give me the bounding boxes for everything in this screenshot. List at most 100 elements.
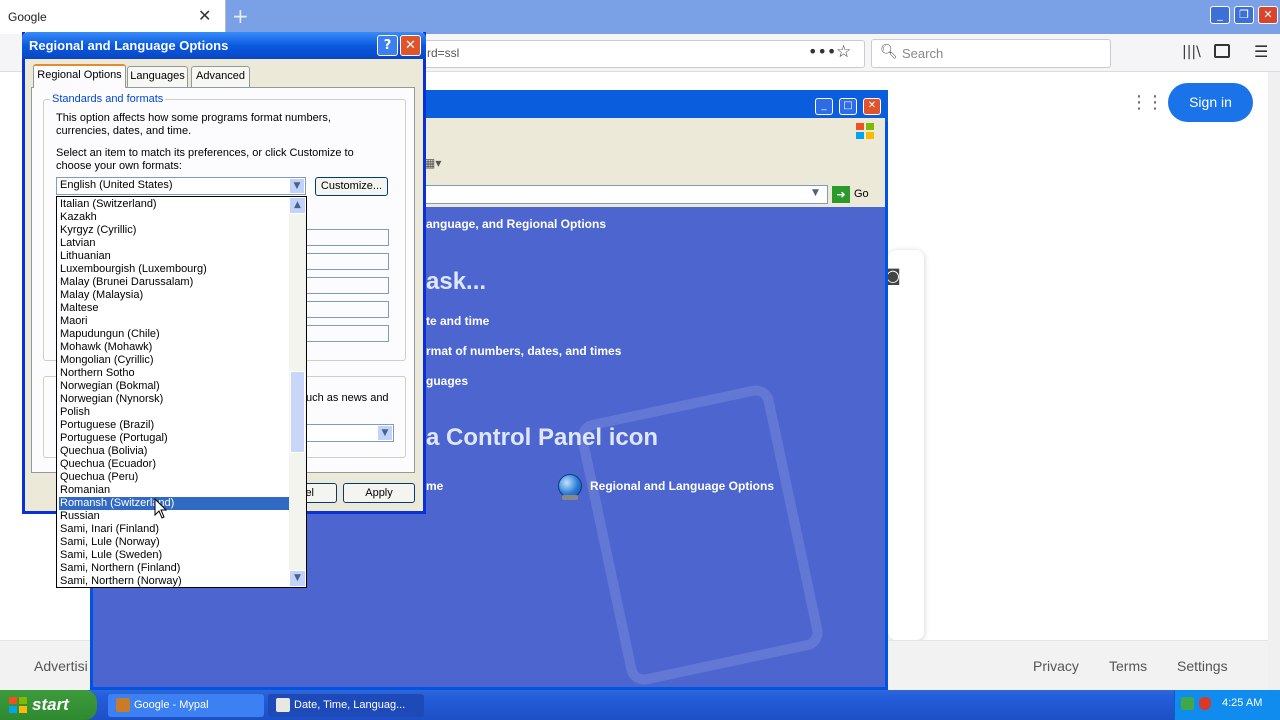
sign-in-button[interactable]: Sign in bbox=[1168, 83, 1253, 122]
dropdown-option[interactable]: Kyrgyz (Cyrillic) bbox=[59, 224, 290, 237]
pick-task-heading: ask... bbox=[426, 268, 487, 295]
format-description: This option affects how some programs fo… bbox=[56, 112, 331, 137]
dropdown-option[interactable]: Kazakh bbox=[59, 211, 290, 224]
search-placeholder: Search bbox=[902, 46, 944, 61]
globe-stand bbox=[562, 495, 578, 500]
tab-advanced[interactable]: Advanced bbox=[191, 66, 250, 87]
dialog-title: Regional and Language Options bbox=[29, 38, 229, 53]
dropdown-option[interactable]: Northern Sotho bbox=[59, 367, 290, 380]
footer-privacy-link[interactable]: Privacy bbox=[1033, 658, 1079, 674]
cp-icon-date-time[interactable]: me bbox=[426, 479, 443, 493]
sample-long-date-field bbox=[306, 325, 389, 342]
page-scrollbar[interactable] bbox=[1268, 72, 1280, 690]
chevron-down-icon[interactable]: ▼ bbox=[289, 178, 305, 194]
dropdown-option[interactable]: Sami, Inari (Finland) bbox=[59, 523, 290, 536]
dropdown-option[interactable]: Sami, Northern (Finland) bbox=[59, 562, 290, 575]
page-actions-icon[interactable]: ••• bbox=[808, 42, 836, 61]
task-languages-link[interactable]: guages bbox=[426, 374, 468, 388]
windows-flag-icon bbox=[9, 697, 27, 713]
footer-advertising-link[interactable]: Advertisi bbox=[34, 658, 88, 674]
go-arrow-icon[interactable]: ➜ bbox=[832, 186, 850, 203]
scroll-up-icon[interactable]: ▲ bbox=[289, 197, 306, 214]
dropdown-option[interactable]: Quechua (Bolivia) bbox=[59, 445, 290, 458]
hamburger-menu-icon[interactable]: ☰ bbox=[1254, 42, 1268, 61]
tab-regional-options[interactable]: Regional Options bbox=[33, 64, 126, 88]
close-tab-icon[interactable]: ✕ bbox=[198, 6, 211, 25]
dropdown-option[interactable]: Norwegian (Nynorsk) bbox=[59, 393, 290, 406]
views-icon[interactable]: ▦▾ bbox=[424, 156, 441, 170]
clock[interactable]: 4:25 AM bbox=[1222, 697, 1262, 709]
dropdown-option[interactable]: Mohawk (Mohawk) bbox=[59, 341, 290, 354]
minimize-icon[interactable]: _ bbox=[1210, 6, 1230, 24]
maximize-icon[interactable]: ❐ bbox=[1234, 6, 1254, 24]
taskbar-item-label: Google - Mypal bbox=[134, 699, 209, 711]
taskbar-item-label: Date, Time, Languag... bbox=[294, 699, 406, 711]
go-button[interactable]: Go bbox=[854, 188, 869, 201]
dropdown-option[interactable]: Quechua (Peru) bbox=[59, 471, 290, 484]
scroll-down-icon[interactable]: ▼ bbox=[289, 570, 306, 587]
task-date-time-link[interactable]: te and time bbox=[426, 314, 489, 328]
task-formats-link[interactable]: rmat of numbers, dates, and times bbox=[426, 344, 621, 358]
cp-icon-regional-language[interactable]: Regional and Language Options bbox=[590, 479, 774, 493]
url-text: rd=ssl bbox=[427, 46, 460, 60]
mouse-cursor-icon bbox=[154, 498, 168, 519]
taskbar-item-google[interactable]: Google - Mypal bbox=[108, 694, 264, 717]
sidebar-icon[interactable] bbox=[1214, 44, 1230, 58]
dropdown-option[interactable]: Norwegian (Bokmal) bbox=[59, 380, 290, 393]
dropdown-option[interactable]: Polish bbox=[59, 406, 290, 419]
address-dropdown-icon[interactable]: ▼ bbox=[812, 188, 819, 198]
sample-time-field bbox=[306, 277, 389, 294]
format-dropdown-list[interactable]: Italian (Switzerland) Kazakh Kyrgyz (Cyril… bbox=[56, 196, 307, 588]
control-panel-icon bbox=[276, 698, 290, 712]
dropdown-option[interactable]: Romanian bbox=[59, 484, 290, 497]
footer-settings-link[interactable]: Settings bbox=[1177, 658, 1228, 674]
dropdown-option[interactable]: Sami, Northern (Norway) bbox=[59, 575, 290, 588]
dropdown-option[interactable]: Malay (Malaysia) bbox=[59, 289, 290, 302]
cp-minimize-icon[interactable]: _ bbox=[815, 98, 833, 115]
dropdown-option[interactable]: Maltese bbox=[59, 302, 290, 315]
dropdown-option[interactable]: Russian bbox=[59, 510, 290, 523]
dropdown-option[interactable]: Maori bbox=[59, 315, 290, 328]
dropdown-option[interactable]: Lithuanian bbox=[59, 250, 290, 263]
taskbar-item-date-time[interactable]: Date, Time, Languag... bbox=[268, 694, 424, 717]
select-description: Select an item to match its preferences,… bbox=[56, 147, 354, 172]
mypal-icon bbox=[116, 698, 130, 712]
close-window-icon[interactable]: ✕ bbox=[1258, 6, 1278, 24]
url-bar[interactable] bbox=[410, 40, 865, 68]
dropdown-option[interactable]: Romansh (Switzerland) bbox=[59, 497, 290, 510]
dropdown-option[interactable]: Italian (Switzerland) bbox=[59, 198, 290, 211]
dialog-close-icon[interactable]: ✕ bbox=[400, 35, 421, 56]
cp-maximize-icon[interactable]: □ bbox=[839, 98, 857, 115]
search-icon: 🔍︎ bbox=[880, 44, 898, 60]
cp-breadcrumb: anguage, and Regional Options bbox=[426, 217, 607, 231]
library-icon[interactable]: |||\ bbox=[1182, 44, 1201, 60]
pick-icon-heading: a Control Panel icon bbox=[426, 424, 659, 451]
security-shield-icon[interactable] bbox=[1199, 697, 1211, 710]
format-select-value: English (United States) bbox=[60, 179, 173, 191]
dropdown-option[interactable]: Portuguese (Portugal) bbox=[59, 432, 290, 445]
dropdown-option[interactable]: Quechua (Ecuador) bbox=[59, 458, 290, 471]
location-chevron-down-icon[interactable]: ▼ bbox=[377, 425, 393, 441]
dropdown-option[interactable]: Luxembourgish (Luxembourg) bbox=[59, 263, 290, 276]
apply-button[interactable]: Apply bbox=[343, 483, 415, 503]
footer-terms-link[interactable]: Terms bbox=[1109, 658, 1147, 674]
dropdown-option[interactable]: Sami, Lule (Norway) bbox=[59, 536, 290, 549]
dropdown-option[interactable]: Malay (Brunei Darussalam) bbox=[59, 276, 290, 289]
windows-logo-icon bbox=[856, 123, 874, 139]
search-box-edge bbox=[888, 250, 924, 640]
help-icon[interactable]: ? bbox=[377, 35, 398, 56]
dropdown-option[interactable]: Mongolian (Cyrillic) bbox=[59, 354, 290, 367]
dropdown-option[interactable]: Mapudungun (Chile) bbox=[59, 328, 290, 341]
dropdown-option[interactable]: Latvian bbox=[59, 237, 290, 250]
cp-close-icon[interactable]: ✕ bbox=[863, 98, 881, 115]
tab-languages[interactable]: Languages bbox=[127, 66, 188, 87]
browser-tab-title: Google bbox=[8, 10, 47, 24]
network-icon[interactable] bbox=[1181, 697, 1194, 710]
dropdown-option[interactable]: Portuguese (Brazil) bbox=[59, 419, 290, 432]
bookmark-star-icon[interactable]: ☆ bbox=[836, 42, 851, 62]
customize-button[interactable]: Customize... bbox=[315, 177, 388, 196]
dropdown-option[interactable]: Sami, Lule (Sweden) bbox=[59, 549, 290, 562]
scrollbar-thumb[interactable] bbox=[290, 371, 305, 453]
new-tab-icon[interactable]: + bbox=[232, 4, 249, 28]
cp-address-field[interactable] bbox=[420, 185, 828, 204]
